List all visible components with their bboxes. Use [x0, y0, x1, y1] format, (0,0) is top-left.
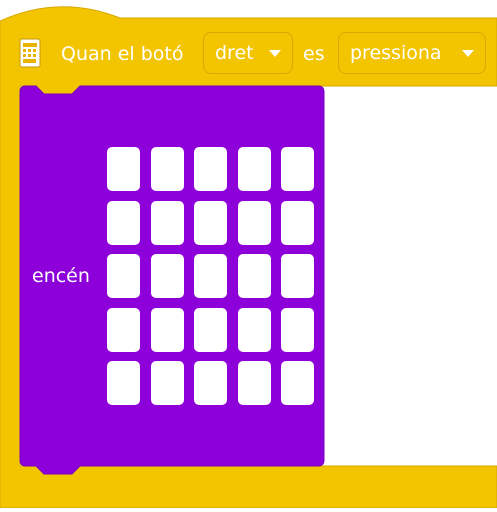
led-display-block[interactable]: encén [0, 0, 497, 512]
led-cell[interactable] [150, 147, 184, 191]
turn-on-label: encén [32, 265, 90, 287]
led-cell[interactable] [194, 254, 227, 298]
led-cell[interactable] [150, 254, 184, 298]
led-cell[interactable] [237, 147, 271, 191]
led-cell[interactable] [237, 361, 271, 405]
led-cell[interactable] [107, 254, 140, 298]
led-cell[interactable] [194, 307, 227, 352]
led-cell[interactable] [107, 361, 140, 405]
led-cell[interactable] [194, 147, 227, 191]
led-cell[interactable] [150, 200, 184, 245]
led-cell[interactable] [237, 200, 271, 245]
led-cell[interactable] [281, 307, 314, 352]
led-cell[interactable] [150, 361, 184, 405]
led-cell[interactable] [281, 147, 314, 191]
led-cell[interactable] [237, 307, 271, 352]
led-cell[interactable] [194, 361, 227, 405]
led-cell[interactable] [281, 361, 314, 405]
led-cell[interactable] [150, 307, 184, 352]
led-cell[interactable] [237, 254, 271, 298]
led-cell[interactable] [281, 254, 314, 298]
led-cell[interactable] [281, 200, 314, 245]
led-cell[interactable] [107, 307, 140, 352]
led-cell[interactable] [107, 147, 140, 191]
led-cell[interactable] [194, 200, 227, 245]
led-cell[interactable] [107, 200, 140, 245]
